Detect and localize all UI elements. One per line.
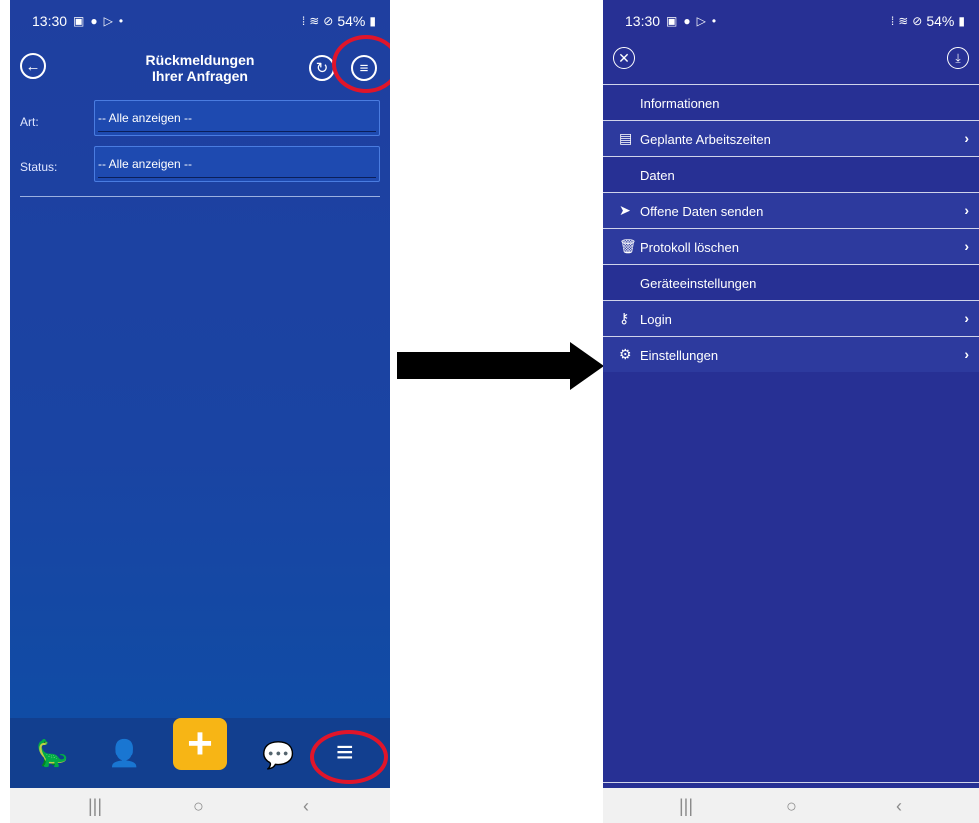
menu-section-geraeteeinstellungen: Geräteeinstellungen (603, 264, 979, 300)
refresh-icon[interactable]: ↻ (309, 55, 335, 81)
highlight-circle-nav (310, 730, 388, 784)
chevron-right-icon: › (964, 130, 969, 146)
menu-item-offene-daten-senden[interactable]: ➤ Offene Daten senden › (603, 192, 979, 228)
chat-icon[interactable]: 💬 (262, 740, 294, 771)
status-time: 13:30 (625, 13, 661, 29)
system-nav-bar: ||| ○ ‹ (603, 788, 979, 823)
transition-arrow-head (570, 342, 604, 390)
user-clock-icon[interactable]: 👤 (108, 738, 140, 769)
menu-item-label: Geplante Arbeitszeiten (640, 132, 771, 147)
menu-section-label: Geräteeinstellungen (640, 276, 757, 291)
gear-icon: ⚙ (619, 346, 632, 362)
signal-icon: ⁞ (890, 14, 895, 28)
dot-icon: • (711, 14, 717, 28)
trash-icon: 🗑 (619, 238, 637, 254)
phone-right-screen: 13:30 ▣ ● ▷ • ⁞ ≋ ⊘ 54% ▮ ✕ ⤓ Informatio… (603, 0, 979, 823)
gallery-icon: ▣ (73, 14, 85, 28)
page-title-line1: Rückmeldungen (145, 52, 255, 68)
location-icon: ● (90, 14, 98, 28)
wifi-icon: ≋ (898, 14, 909, 28)
menu-item-protokoll-loeschen[interactable]: 🗑 Protokoll löschen › (603, 228, 979, 264)
recent-apps-icon[interactable]: ||| (679, 796, 693, 817)
dnd-icon: ⊘ (323, 14, 334, 28)
filter-status-value: -- Alle anzeigen -- (98, 157, 193, 171)
page-title-line2: Ihrer Anfragen (152, 68, 248, 84)
menu-item-einstellungen[interactable]: ⚙ Einstellungen › (603, 336, 979, 372)
chevron-right-icon: › (964, 238, 969, 254)
home-icon[interactable]: ○ (193, 796, 204, 817)
play-icon: ▷ (696, 14, 706, 28)
play-icon: ▷ (103, 14, 113, 28)
menu-section-daten: Daten (603, 156, 979, 192)
gallery-icon: ▣ (666, 14, 678, 28)
filter-status-label: Status: (20, 160, 58, 174)
menu-item-label: Offene Daten senden (640, 204, 764, 219)
divider (20, 196, 380, 197)
menu-item-label: Protokoll löschen (640, 240, 739, 255)
signal-icon: ⁞ (301, 14, 306, 28)
menu-section-label: Informationen (640, 96, 720, 111)
page-title: Rückmeldungen Ihrer Anfragen (105, 52, 295, 84)
battery-level: 54% (337, 13, 366, 29)
filter-art-select[interactable]: -- Alle anzeigen -- (94, 100, 380, 136)
menu-section-informationen: Informationen (603, 84, 979, 120)
filter-art-value: -- Alle anzeigen -- (98, 111, 193, 125)
status-bar: 13:30 ▣ ● ▷ • ⁞ ≋ ⊘ 54% ▮ (603, 0, 979, 40)
back-icon[interactable]: ‹ (896, 796, 902, 817)
recent-apps-icon[interactable]: ||| (88, 796, 102, 817)
status-bar: 13:30 ▣ ● ▷ • ⁞ ≋ ⊘ 54% ▮ (10, 0, 390, 40)
location-icon: ● (683, 14, 691, 28)
send-icon: ➤ (619, 202, 631, 218)
dnd-icon: ⊘ (912, 14, 923, 28)
filter-art-label: Art: (20, 115, 39, 129)
status-time: 13:30 (32, 13, 68, 29)
close-icon[interactable]: ✕ (613, 47, 635, 69)
chevron-right-icon: › (964, 310, 969, 326)
calendar-icon: ▤ (619, 130, 633, 146)
battery-icon: ▮ (958, 14, 965, 28)
transition-arrow (397, 352, 570, 379)
key-icon: ⚷ (619, 310, 630, 326)
menu-item-label: Einstellungen (640, 348, 719, 363)
download-icon[interactable]: ⤓ (947, 47, 969, 69)
phone-left-screen: 13:30 ▣ ● ▷ • ⁞ ≋ ⊘ 54% ▮ ← Rückmeldunge… (10, 0, 390, 823)
menu-section-label: Daten (640, 168, 675, 183)
dino-icon[interactable]: 🦕 (36, 738, 68, 769)
menu-item-geplante-arbeitszeiten[interactable]: ▤ Geplante Arbeitszeiten › (603, 120, 979, 156)
back-arrow-icon[interactable]: ← (20, 53, 46, 79)
battery-icon: ▮ (369, 14, 376, 28)
menu-item-login[interactable]: ⚷ Login › (603, 300, 979, 336)
filter-status-select[interactable]: -- Alle anzeigen -- (94, 146, 380, 182)
home-icon[interactable]: ○ (786, 796, 797, 817)
back-icon[interactable]: ‹ (303, 796, 309, 817)
add-icon[interactable]: + (173, 718, 227, 770)
chevron-right-icon: › (964, 202, 969, 218)
bottom-nav: 🦕 👤 + 💬 ≡ (10, 718, 390, 788)
highlight-circle-menu (332, 35, 390, 93)
battery-level: 54% (926, 13, 955, 29)
wifi-icon: ≋ (309, 14, 320, 28)
divider (603, 782, 979, 783)
dot-icon: • (118, 14, 124, 28)
chevron-right-icon: › (964, 346, 969, 362)
menu-item-label: Login (640, 312, 672, 327)
system-nav-bar: ||| ○ ‹ (10, 788, 390, 823)
menu-list: Informationen ▤ Geplante Arbeitszeiten ›… (603, 84, 979, 372)
